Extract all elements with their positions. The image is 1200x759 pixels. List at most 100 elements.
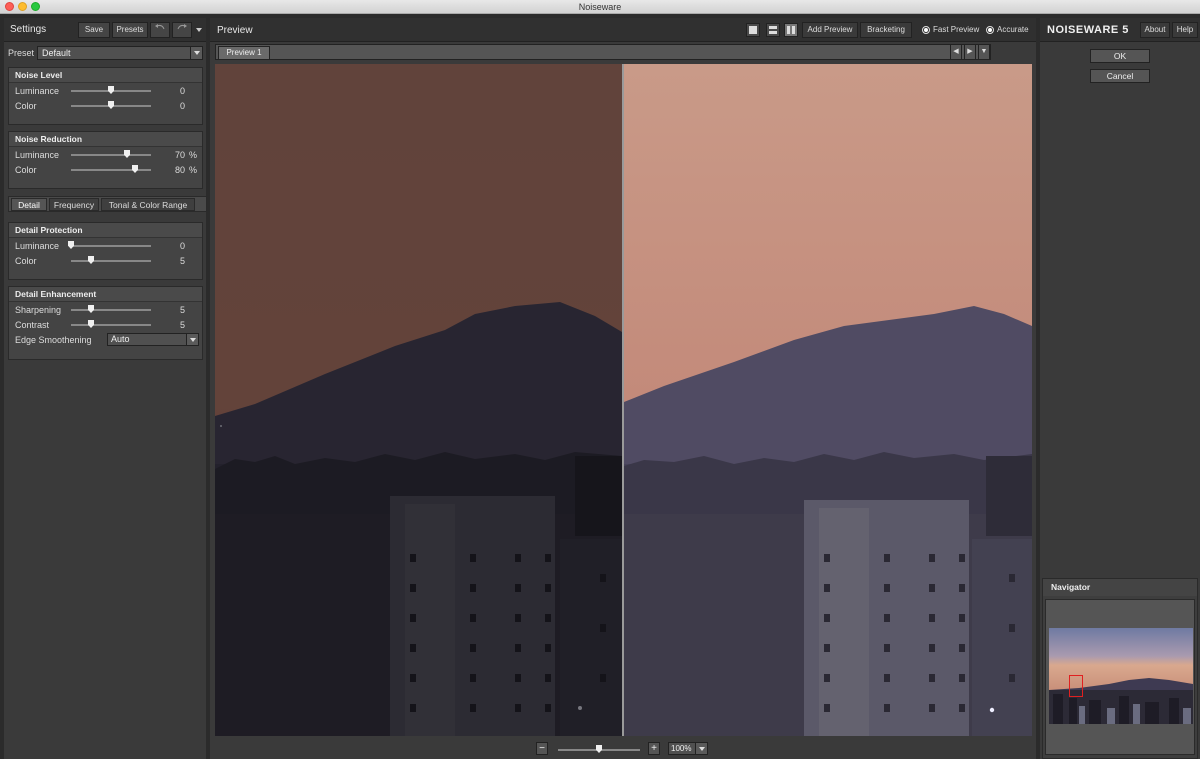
tab-frequency[interactable]: Frequency bbox=[49, 198, 99, 211]
tab-tonal-color-range[interactable]: Tonal & Color Range bbox=[101, 198, 195, 211]
unit-label: % bbox=[189, 150, 198, 160]
noise-reduction-color-row: Color 80 % bbox=[9, 162, 202, 177]
navigator-thumbnail[interactable] bbox=[1049, 628, 1193, 724]
slider-value[interactable]: 80 bbox=[159, 165, 185, 175]
save-button[interactable]: Save bbox=[78, 22, 110, 38]
navigator-panel: Navigator bbox=[1042, 578, 1198, 759]
sharpening-slider[interactable] bbox=[71, 309, 151, 311]
zoom-in-button[interactable]: + bbox=[648, 742, 660, 755]
preview-panel: Preview Add Preview Bracketing Fast Prev… bbox=[210, 18, 1036, 759]
zoom-window-button[interactable] bbox=[31, 2, 40, 11]
unit-label: % bbox=[189, 165, 198, 175]
edge-smoothening-row: Edge Smoothening Auto bbox=[9, 332, 202, 347]
undo-button[interactable] bbox=[150, 22, 170, 38]
minimize-window-button[interactable] bbox=[18, 2, 27, 11]
slider-thumb[interactable] bbox=[108, 86, 114, 94]
slider-label: Luminance bbox=[15, 86, 60, 96]
tab-preview-1[interactable]: Preview 1 bbox=[218, 46, 270, 60]
slider-value[interactable]: 5 bbox=[159, 305, 185, 315]
close-window-button[interactable] bbox=[5, 2, 14, 11]
navigator-title: Navigator bbox=[1043, 579, 1197, 596]
noise-reduction-section: Noise Reduction Luminance 70 % Color 80 … bbox=[8, 131, 203, 189]
preset-value: Default bbox=[42, 48, 71, 58]
redo-button[interactable] bbox=[172, 22, 192, 38]
right-panel: NOISEWARE 5 About Help OK Cancel Navigat… bbox=[1040, 18, 1200, 759]
slider-value[interactable]: 5 bbox=[159, 320, 185, 330]
about-button[interactable]: About bbox=[1140, 22, 1170, 38]
horizontal-split-button[interactable] bbox=[766, 23, 780, 37]
after-preview-pane[interactable] bbox=[624, 64, 1032, 736]
contrast-slider[interactable] bbox=[71, 324, 151, 326]
slider-label: Sharpening bbox=[15, 305, 62, 315]
edge-smoothening-label: Edge Smoothening bbox=[15, 335, 92, 345]
previous-preview-button[interactable]: ◀ bbox=[950, 44, 962, 60]
slider-thumb[interactable] bbox=[88, 305, 94, 313]
undo-icon bbox=[155, 24, 165, 30]
slider-thumb[interactable] bbox=[88, 320, 94, 328]
section-title: Noise Level bbox=[9, 68, 202, 83]
preset-label: Preset bbox=[8, 48, 35, 58]
preset-select[interactable]: Default bbox=[37, 46, 203, 60]
settings-title: Settings bbox=[10, 24, 47, 35]
detail-protection-luminance-slider[interactable] bbox=[71, 245, 151, 247]
zoom-controls: − + 100% bbox=[210, 740, 1036, 759]
detail-protection-color-slider[interactable] bbox=[71, 260, 151, 262]
preview-header: Preview Add Preview Bracketing Fast Prev… bbox=[210, 18, 1036, 42]
detail-protection-section: Detail Protection Luminance 0 Color 5 bbox=[8, 222, 203, 280]
slider-label: Contrast bbox=[15, 320, 50, 330]
slider-thumb[interactable] bbox=[124, 150, 130, 158]
accurate-radio[interactable] bbox=[986, 26, 994, 34]
split-horizontal-icon bbox=[769, 26, 777, 29]
vertical-split-button[interactable] bbox=[784, 23, 798, 37]
noise-reduction-color-slider[interactable] bbox=[71, 169, 151, 171]
settings-panel: Settings Save Presets Preset Default Noi… bbox=[4, 18, 207, 759]
presets-button[interactable]: Presets bbox=[112, 22, 148, 38]
noise-reduction-luminance-row: Luminance 70 % bbox=[9, 147, 202, 162]
fast-preview-radio[interactable] bbox=[922, 26, 930, 34]
slider-label: Color bbox=[15, 101, 37, 111]
edge-smoothening-select[interactable]: Auto bbox=[107, 333, 199, 346]
preview-menu-button[interactable]: ▼ bbox=[978, 44, 990, 60]
slider-thumb[interactable] bbox=[132, 165, 138, 173]
noise-reduction-luminance-slider[interactable] bbox=[71, 154, 151, 156]
zoom-slider-thumb[interactable] bbox=[596, 745, 602, 753]
slider-thumb[interactable] bbox=[108, 101, 114, 109]
chevron-down-icon bbox=[196, 28, 202, 32]
before-preview-pane[interactable] bbox=[215, 64, 622, 736]
sharpening-row: Sharpening 5 bbox=[9, 302, 202, 317]
history-menu-button[interactable] bbox=[193, 22, 205, 38]
before-image bbox=[215, 64, 622, 736]
tab-detail[interactable]: Detail bbox=[11, 198, 47, 211]
slider-value[interactable]: 5 bbox=[159, 256, 185, 266]
slider-value[interactable]: 0 bbox=[159, 101, 185, 111]
noise-level-luminance-row: Luminance 0 bbox=[9, 83, 202, 98]
single-view-button[interactable] bbox=[746, 23, 760, 37]
fast-preview-label[interactable]: Fast Preview bbox=[933, 25, 979, 34]
slider-value[interactable]: 0 bbox=[159, 241, 185, 251]
navigator-viewport-box[interactable] bbox=[1069, 675, 1083, 697]
chevron-down-icon bbox=[190, 47, 202, 59]
edge-smoothening-value: Auto bbox=[111, 334, 130, 344]
split-horizontal-icon-part bbox=[769, 31, 777, 34]
chevron-down-icon bbox=[695, 743, 707, 754]
cancel-button[interactable]: Cancel bbox=[1090, 69, 1150, 83]
ok-button[interactable]: OK bbox=[1090, 49, 1150, 63]
slider-value[interactable]: 0 bbox=[159, 86, 185, 96]
chevron-down-icon bbox=[186, 334, 198, 345]
next-preview-button[interactable]: ▶ bbox=[964, 44, 976, 60]
slider-thumb[interactable] bbox=[68, 241, 74, 249]
chevron-right-icon: ▶ bbox=[967, 48, 973, 55]
preview-image-area[interactable] bbox=[215, 64, 1032, 736]
noise-level-section: Noise Level Luminance 0 Color 0 bbox=[8, 67, 203, 125]
chevron-down-icon: ▼ bbox=[980, 48, 988, 55]
help-button[interactable]: Help bbox=[1172, 22, 1198, 38]
slider-thumb[interactable] bbox=[88, 256, 94, 264]
zoom-select[interactable]: 100% bbox=[668, 742, 708, 755]
redo-icon bbox=[177, 24, 187, 30]
accurate-label[interactable]: Accurate bbox=[997, 25, 1029, 34]
slider-value[interactable]: 70 bbox=[159, 150, 185, 160]
after-image bbox=[624, 64, 1032, 736]
bracketing-button[interactable]: Bracketing bbox=[860, 22, 912, 38]
add-preview-button[interactable]: Add Preview bbox=[802, 22, 858, 38]
zoom-out-button[interactable]: − bbox=[536, 742, 548, 755]
